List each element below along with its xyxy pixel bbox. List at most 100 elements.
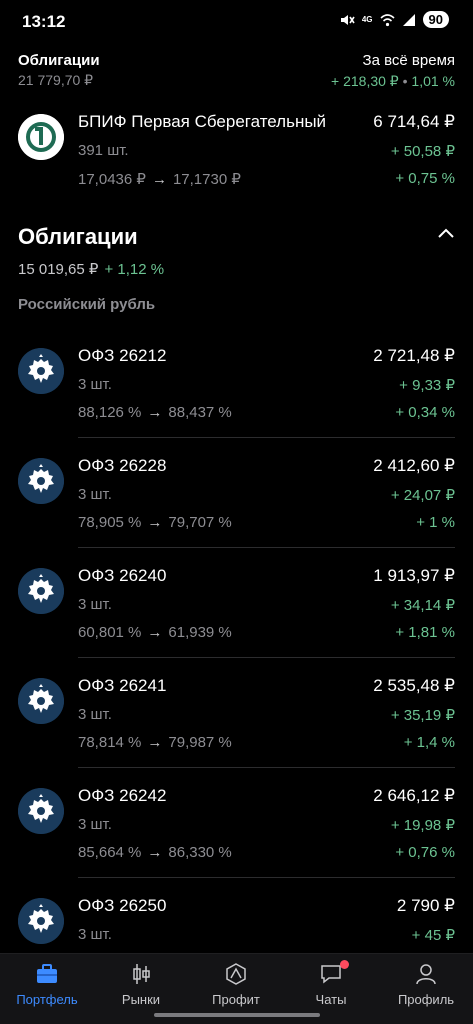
bond-amount: 2 721,48 ₽ — [373, 346, 455, 365]
period-selector[interactable]: За всё время — [363, 52, 455, 69]
section-pct: + 1,12 % — [104, 261, 165, 278]
arrow-icon: → — [147, 624, 163, 641]
bond-gain-abs: + 34,14 ₽ — [390, 597, 455, 614]
fund-gain-pct: + 0,75 % — [395, 170, 455, 187]
header-title: Облигации — [18, 52, 100, 69]
tab-chats[interactable]: Чаты — [284, 954, 378, 1014]
divider — [78, 767, 455, 768]
candlestick-icon — [133, 964, 150, 984]
tab-label: Профит — [212, 992, 260, 1007]
bond-name: ОФЗ 26228 — [78, 456, 167, 475]
status-time: 13:12 — [22, 12, 66, 31]
bond-gain-pct: + 0,76 % — [395, 844, 455, 861]
bond-row[interactable]: ОФЗ 26240 3 шт. 60,801 % → 61,939 % 1 913,… — [0, 562, 473, 658]
fund-name: БПИФ Первая Сберегательный — [78, 112, 327, 131]
header-change: + 218,30 ₽ • 1,01 % — [331, 73, 455, 90]
bond-price: 78,905 % → 79,707 % — [78, 514, 232, 531]
bond-qty: 3 шт. — [78, 926, 112, 943]
fund-qty: 391 шт. — [78, 142, 129, 159]
bond-name: ОФЗ 26240 — [78, 566, 167, 585]
bond-price-from: 88,126 % — [78, 404, 142, 421]
bond-price: 85,664 % → 86,330 % — [78, 844, 232, 861]
bond-row[interactable]: ОФЗ 26242 3 шт. 85,664 % → 86,330 % 2 646,… — [0, 782, 473, 878]
bond-price-to: 79,707 % — [168, 514, 232, 531]
bond-qty: 3 шт. — [78, 706, 112, 723]
emblem-icon — [18, 898, 64, 944]
fund-logo-icon — [18, 114, 64, 160]
bond-price-from: 60,801 % — [78, 624, 142, 641]
bond-row[interactable]: ОФЗ 26212 3 шт. 88,126 % → 88,437 % 2 721,… — [0, 342, 473, 438]
bond-gain-abs: + 45 ₽ — [411, 927, 455, 944]
chevron-up-icon[interactable] — [437, 226, 455, 240]
divider — [78, 877, 455, 878]
fund-price: 17,0436 ₽ → 17,1730 ₽ — [78, 170, 241, 188]
divider — [78, 437, 455, 438]
briefcase-icon — [37, 964, 57, 983]
bond-amount: 1 913,97 ₽ — [373, 566, 455, 585]
status-bar: 13:12 4G 90 — [0, 0, 473, 44]
bond-price: 60,801 % → 61,939 % — [78, 624, 232, 641]
header-change-pct: 1,01 % — [411, 73, 455, 89]
fund-amount: 6 714,64 ₽ — [373, 112, 455, 131]
battery-indicator: 90 — [422, 11, 449, 28]
section-summary: 15 019,65 ₽ + 1,12 % — [18, 260, 164, 278]
mute-icon — [340, 14, 355, 25]
bond-row[interactable]: ОФЗ 26241 3 шт. 78,814 % → 79,987 % 2 535,… — [0, 672, 473, 768]
header-change-sep: • — [402, 73, 408, 89]
emblem-icon — [18, 568, 64, 614]
divider — [78, 657, 455, 658]
bond-qty: 3 шт. — [78, 486, 112, 503]
bond-name: ОФЗ 26250 — [78, 896, 167, 915]
divider — [78, 547, 455, 548]
bond-qty: 3 шт. — [78, 376, 112, 393]
person-icon — [416, 964, 436, 985]
tab-label: Чаты — [315, 992, 347, 1007]
bond-gain-pct: + 1 % — [416, 514, 455, 531]
fund-gain-abs: + 50,58 ₽ — [390, 143, 455, 160]
home-indicator[interactable] — [154, 1013, 320, 1017]
arrow-icon: → — [147, 404, 163, 421]
bond-amount: 2 646,12 ₽ — [373, 786, 455, 805]
fund-row[interactable]: БПИФ Первая Сберегательный 391 шт. 17,04… — [0, 108, 473, 204]
section-title: Облигации — [18, 224, 138, 249]
tab-markets[interactable]: Рынки — [94, 954, 188, 1014]
bond-gain-abs: + 24,07 ₽ — [390, 487, 455, 504]
header-change-abs: + 218,30 ₽ — [331, 73, 399, 89]
bond-row[interactable]: ОФЗ 26228 3 шт. 78,905 % → 79,707 % 2 412,… — [0, 452, 473, 548]
bond-price-to: 86,330 % — [168, 844, 232, 861]
fund-price-to: 17,1730 ₽ — [172, 171, 241, 188]
bond-row[interactable]: ОФЗ 26250 3 шт. 2 790 ₽ + 45 ₽ — [0, 892, 473, 952]
arrow-icon: → — [147, 844, 163, 861]
bond-qty: 3 шт. — [78, 816, 112, 833]
bond-name: ОФЗ 26242 — [78, 786, 167, 805]
bond-qty: 3 шт. — [78, 596, 112, 613]
tab-profit[interactable]: Профит — [189, 954, 283, 1014]
arrow-icon: → — [147, 514, 163, 531]
currency-label: Российский рубль — [18, 296, 156, 313]
arrow-icon: → — [151, 171, 167, 188]
bond-name: ОФЗ 26241 — [78, 676, 167, 695]
bond-price-from: 78,905 % — [78, 514, 142, 531]
status-icons: 4G 90 — [339, 11, 449, 28]
bond-gain-pct: + 1,4 % — [403, 734, 455, 751]
fund-price-from: 17,0436 ₽ — [78, 171, 146, 188]
emblem-icon — [18, 678, 64, 724]
profit-icon — [226, 963, 246, 985]
bond-price-to: 88,437 % — [168, 404, 232, 421]
bond-price: 88,126 % → 88,437 % — [78, 404, 232, 421]
tab-profile[interactable]: Профиль — [379, 954, 473, 1014]
emblem-icon — [18, 348, 64, 394]
bond-amount: 2 790 ₽ — [396, 896, 455, 915]
bond-gain-pct: + 1,81 % — [395, 624, 455, 641]
bond-name: ОФЗ 26212 — [78, 346, 167, 365]
bond-price-to: 79,987 % — [168, 734, 232, 751]
bond-price-from: 78,814 % — [78, 734, 142, 751]
bond-gain-abs: + 19,98 ₽ — [390, 817, 455, 834]
bond-price-to: 61,939 % — [168, 624, 232, 641]
signal-icon — [402, 13, 415, 26]
tab-label: Рынки — [121, 992, 161, 1007]
bond-gain-pct: + 0,34 % — [395, 404, 455, 421]
tab-portfolio[interactable]: Портфель — [0, 954, 94, 1014]
network-label: 4G — [361, 15, 373, 24]
emblem-icon — [18, 458, 64, 504]
